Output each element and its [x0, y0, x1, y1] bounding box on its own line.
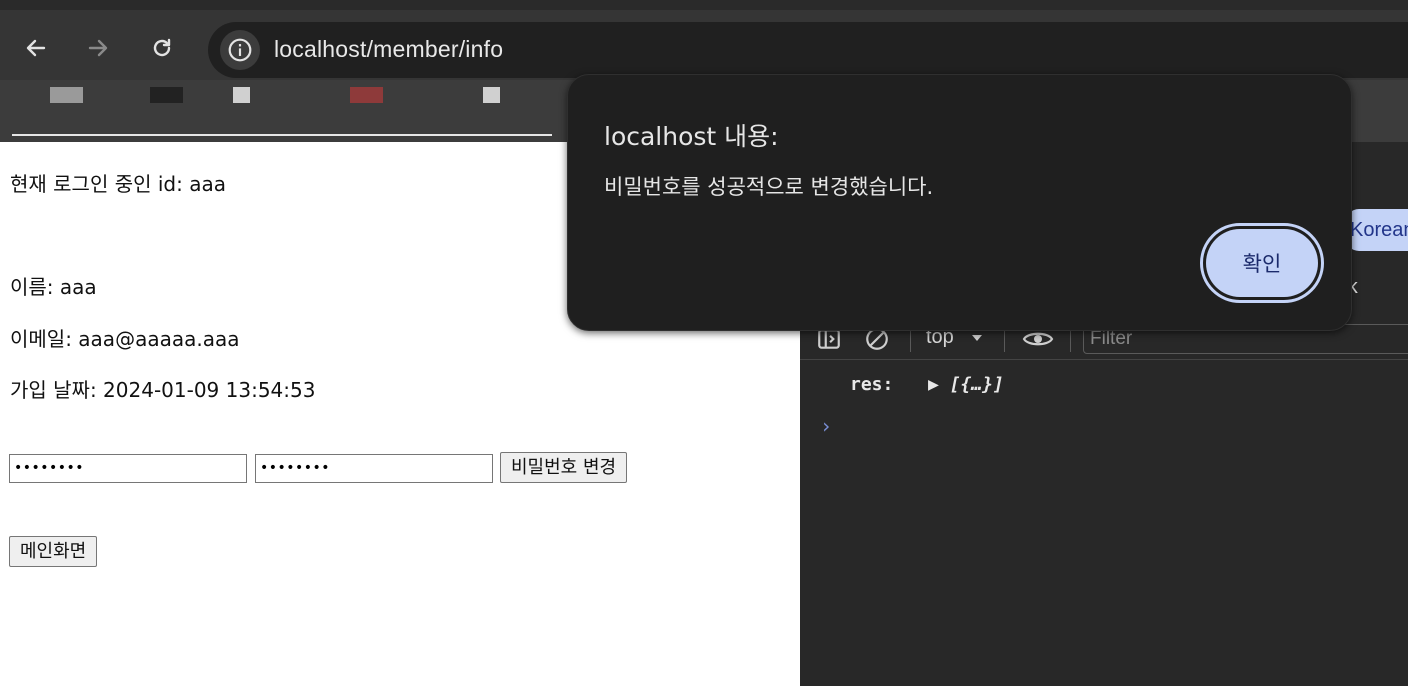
change-password-button[interactable]: 비밀번호 변경	[500, 452, 628, 483]
current-password-input[interactable]: ••••••••	[9, 454, 247, 483]
join-date-text: 가입 날짜: 2024-01-09 13:54:53	[10, 378, 316, 402]
reload-button[interactable]	[146, 32, 178, 64]
console-prompt-icon[interactable]: ›	[820, 414, 832, 438]
bookmark-item[interactable]	[350, 87, 383, 103]
bookmark-item[interactable]	[233, 87, 250, 103]
bookmark-item[interactable]	[483, 87, 500, 103]
back-button[interactable]	[20, 32, 52, 64]
site-info-button[interactable]	[220, 30, 260, 70]
browser-toolbar: localhost/member/info	[0, 0, 1408, 80]
info-icon	[228, 38, 252, 62]
main-page-button[interactable]: 메인화면	[9, 536, 98, 567]
bookmark-item[interactable]	[50, 87, 83, 103]
ok-button-label[interactable]: 확인	[1206, 229, 1318, 297]
tab-indicator	[12, 134, 552, 136]
arrow-left-icon	[26, 39, 46, 57]
address-bar[interactable]: localhost/member/info	[208, 22, 1408, 78]
ok-button[interactable]: 확인	[1200, 223, 1324, 303]
caret-down-icon	[972, 335, 982, 341]
name-text: 이름: aaa	[10, 275, 97, 299]
login-status-text: 현재 로그인 중인 id: aaa	[10, 172, 226, 196]
arrow-right-icon	[88, 39, 108, 57]
language-chip[interactable]: Korean	[1345, 209, 1408, 251]
url-text[interactable]: localhost/member/info	[274, 36, 503, 63]
bookmark-item[interactable]	[150, 87, 183, 103]
dialog-message: 비밀번호를 성공적으로 변경했습니다.	[604, 175, 934, 199]
console-log-key: res:	[850, 374, 894, 395]
reload-icon	[153, 38, 171, 57]
dialog-title: localhost 내용:	[604, 122, 779, 151]
alert-dialog: localhost 내용: 비밀번호를 성공적으로 변경했습니다. 확인	[567, 74, 1352, 331]
new-password-input[interactable]: ••••••••	[255, 454, 493, 483]
console-log-value[interactable]: ▶ [{…}]	[928, 374, 1004, 395]
email-text: 이메일: aaa@aaaaa.aaa	[10, 327, 240, 351]
forward-button[interactable]	[82, 32, 114, 64]
